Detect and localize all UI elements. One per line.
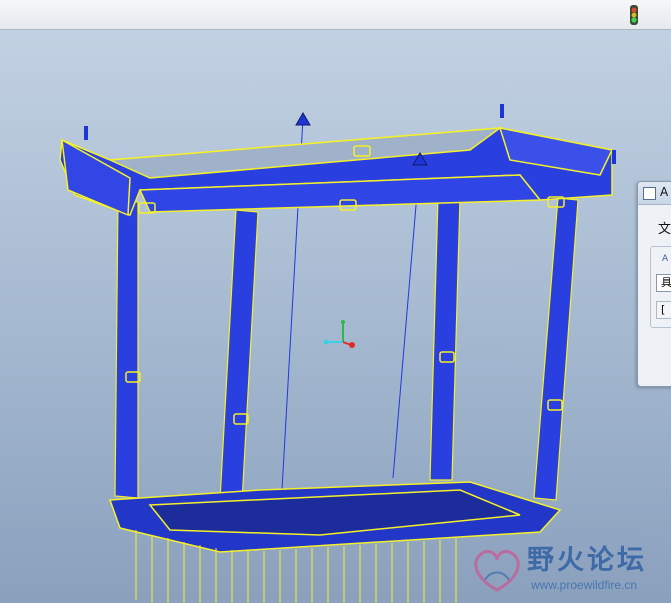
- dialog-group-label: A: [662, 254, 669, 264]
- model-mesh-view[interactable]: [0, 30, 671, 603]
- dialog-title: A: [660, 185, 669, 199]
- analysis-dialog[interactable]: A 文 A 具 [: [637, 181, 671, 387]
- top-toolbar: [0, 0, 671, 30]
- traffic-light-icon[interactable]: [625, 5, 643, 25]
- coordinate-system-icon: [323, 320, 355, 348]
- dialog-field-1[interactable]: 具: [656, 274, 671, 292]
- dialog-field-2[interactable]: [: [656, 301, 671, 319]
- bottom-platform: [108, 481, 562, 553]
- dialog-titlebar[interactable]: A: [638, 182, 671, 205]
- top-frame: [59, 127, 614, 217]
- graphics-viewport[interactable]: [0, 30, 671, 603]
- dialog-window-icon: [643, 187, 656, 200]
- dialog-menu-file[interactable]: 文: [658, 218, 671, 237]
- frame-posts: [114, 197, 579, 503]
